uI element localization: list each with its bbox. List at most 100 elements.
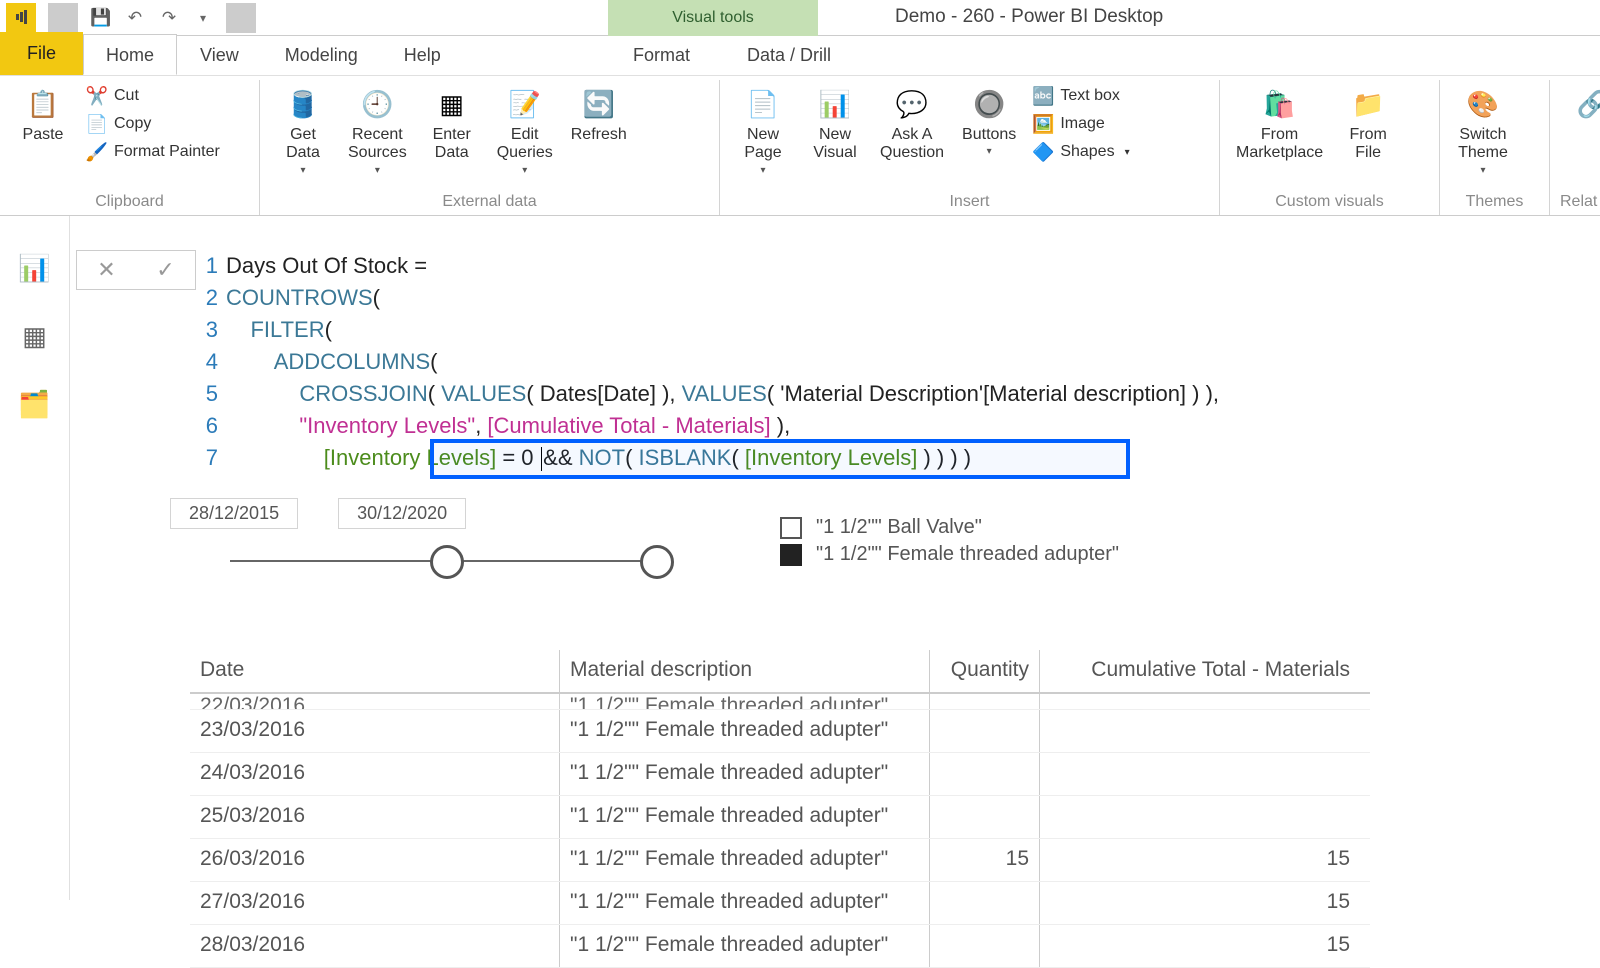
app-icon [6, 3, 36, 33]
relationships-icon[interactable]: 🔗 [1573, 84, 1600, 124]
cell-quantity [930, 694, 1040, 709]
new-page-button[interactable]: 📄New Page▾ [730, 82, 796, 176]
cell-date: 24/03/2016 [190, 753, 560, 795]
table-row[interactable]: 25/03/2016"1 1/2"" Female threaded adupt… [190, 796, 1370, 839]
tab-view[interactable]: View [177, 34, 262, 75]
tab-file[interactable]: File [0, 32, 83, 75]
tab-format[interactable]: Format [610, 34, 713, 75]
group-external-data: 🛢️Get Data▾ 🕘Recent Sources▾ ▦Enter Data… [260, 80, 720, 215]
cell-cumulative [1040, 694, 1360, 709]
recent-sources-button[interactable]: 🕘Recent Sources▾ [342, 82, 413, 176]
col-cumulative[interactable]: Cumulative Total - Materials [1040, 650, 1360, 692]
cell-quantity [930, 925, 1040, 967]
cell-cumulative [1040, 796, 1360, 838]
group-label: Custom visuals [1230, 189, 1429, 215]
table-row[interactable]: 26/03/2016"1 1/2"" Female threaded adupt… [190, 839, 1370, 882]
cut-button[interactable]: ✂️Cut [82, 84, 224, 108]
col-date[interactable]: Date [190, 650, 560, 692]
folder-icon: 📁 [1348, 84, 1388, 124]
commit-icon[interactable]: ✓ [156, 257, 174, 283]
refresh-button[interactable]: 🔄Refresh [565, 82, 633, 144]
table-row[interactable]: 28/03/2016"1 1/2"" Female threaded adupt… [190, 925, 1370, 968]
cell-cumulative: 15 [1040, 882, 1360, 924]
cell-date: 26/03/2016 [190, 839, 560, 881]
clipboard-icon: 📋 [23, 84, 63, 124]
edit-queries-button[interactable]: 📝Edit Queries▾ [491, 82, 559, 176]
cell-quantity [930, 796, 1040, 838]
ribbon: 📋 Paste ✂️Cut 📄Copy 🖌️Format Painter Cli… [0, 76, 1600, 216]
switch-theme-button[interactable]: 🎨Switch Theme▾ [1450, 82, 1516, 176]
cell-material: "1 1/2"" Female threaded adupter" [560, 796, 930, 838]
formula-bar[interactable]: 1Days Out Of Stock = 2COUNTROWS( 3 FILTE… [200, 250, 1590, 474]
cell-quantity [930, 710, 1040, 752]
data-view-icon[interactable]: ▦ [13, 314, 57, 358]
textbox-icon: 🔤 [1032, 85, 1054, 107]
group-label: Themes [1450, 189, 1539, 215]
from-file-button[interactable]: 📁From File [1335, 82, 1401, 163]
table-row[interactable]: 27/03/2016"1 1/2"" Female threaded adupt… [190, 882, 1370, 925]
cell-cumulative [1040, 753, 1360, 795]
speech-icon: 💬 [892, 84, 932, 124]
shapes-button[interactable]: 🔷Shapes▾ [1028, 140, 1133, 164]
slider-handle-left[interactable] [430, 545, 464, 579]
tab-home[interactable]: Home [83, 34, 177, 75]
cell-material: "1 1/2"" Female threaded adupter" [560, 839, 930, 881]
undo-icon[interactable]: ↶ [120, 3, 150, 33]
cell-date: 27/03/2016 [190, 882, 560, 924]
cell-material: "1 1/2"" Female threaded adupter" [560, 753, 930, 795]
enter-data-button[interactable]: ▦Enter Data [419, 82, 485, 163]
title-bar: 💾 ↶ ↷ ▾ Visual tools Demo - 260 - Power … [0, 0, 1600, 36]
group-custom-visuals: 🛍️From Marketplace 📁From File Custom vis… [1220, 80, 1440, 215]
tab-data-drill[interactable]: Data / Drill [724, 34, 854, 75]
recent-icon: 🕘 [357, 84, 397, 124]
report-view-icon[interactable]: 📊 [13, 246, 57, 290]
new-visual-button[interactable]: 📊New Visual [802, 82, 868, 163]
legend: "1 1/2"" Ball Valve" "1 1/2"" Female thr… [780, 512, 1119, 570]
table-row[interactable]: 23/03/2016"1 1/2"" Female threaded adupt… [190, 710, 1370, 753]
paste-button[interactable]: 📋 Paste [10, 82, 76, 144]
copy-button[interactable]: 📄Copy [82, 112, 224, 136]
format-painter-button[interactable]: 🖌️Format Painter [82, 140, 224, 164]
group-label: Relat [1560, 189, 1588, 215]
cell-cumulative: 15 [1040, 925, 1360, 967]
save-icon[interactable]: 💾 [86, 3, 116, 33]
table-header: Date Material description Quantity Cumul… [190, 650, 1370, 694]
col-quantity[interactable]: Quantity [930, 650, 1040, 692]
ask-question-button[interactable]: 💬Ask A Question [874, 82, 950, 163]
from-marketplace-button[interactable]: 🛍️From Marketplace [1230, 82, 1329, 163]
legend-swatch[interactable] [780, 544, 802, 566]
cell-date: 25/03/2016 [190, 796, 560, 838]
scissors-icon: ✂️ [86, 85, 108, 107]
store-icon: 🛍️ [1260, 84, 1300, 124]
buttons-button[interactable]: 🔘Buttons▾ [956, 82, 1022, 157]
cell-cumulative [1040, 710, 1360, 752]
cell-date: 23/03/2016 [190, 710, 560, 752]
model-view-icon[interactable]: 🗂️ [13, 382, 57, 426]
page-icon: 📄 [743, 84, 783, 124]
get-data-button[interactable]: 🛢️Get Data▾ [270, 82, 336, 176]
cell-date: 22/03/2016 [190, 694, 560, 709]
table-row[interactable]: 24/03/2016"1 1/2"" Female threaded adupt… [190, 753, 1370, 796]
slider-handle-right[interactable] [640, 545, 674, 579]
slicer-from[interactable]: 28/12/2015 [170, 498, 298, 529]
image-button[interactable]: 🖼️Image [1028, 112, 1133, 136]
redo-icon[interactable]: ↷ [154, 3, 184, 33]
qat-menu-icon[interactable]: ▾ [188, 3, 218, 33]
textbox-button[interactable]: 🔤Text box [1028, 84, 1133, 108]
legend-label: "1 1/2"" Ball Valve" [816, 516, 982, 539]
view-switcher: 📊 ▦ 🗂️ [0, 216, 70, 900]
table-row[interactable]: 22/03/2016"1 1/2"" Female threaded adupt… [190, 694, 1370, 710]
edit-icon: 📝 [505, 84, 545, 124]
tab-modeling[interactable]: Modeling [262, 34, 381, 75]
col-material[interactable]: Material description [560, 650, 930, 692]
slicer-to[interactable]: 30/12/2020 [338, 498, 466, 529]
cell-quantity: 15 [930, 839, 1040, 881]
legend-label: "1 1/2"" Female threaded adupter" [816, 543, 1119, 566]
cancel-icon[interactable]: ✕ [97, 257, 115, 283]
shapes-icon: 🔷 [1032, 141, 1054, 163]
data-table: Date Material description Quantity Cumul… [190, 650, 1370, 968]
brush-icon: 🖌️ [86, 141, 108, 163]
date-slider[interactable] [200, 542, 680, 544]
tab-help[interactable]: Help [381, 34, 464, 75]
legend-swatch[interactable] [780, 517, 802, 539]
